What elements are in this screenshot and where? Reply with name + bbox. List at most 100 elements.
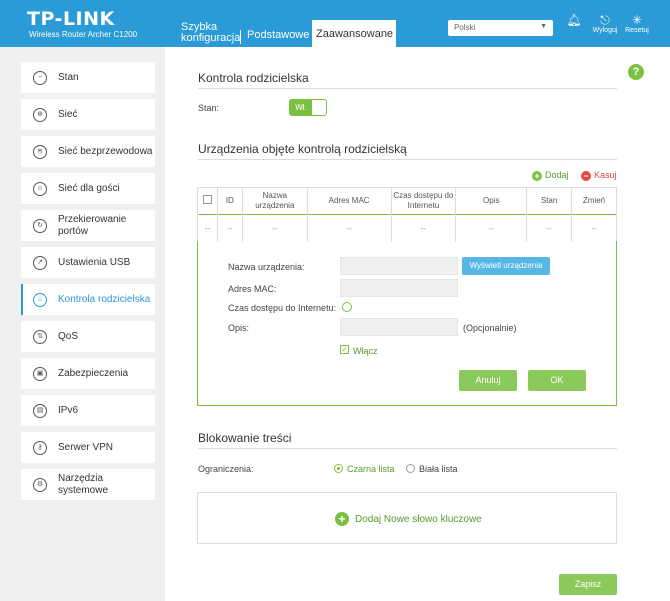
optional-hint: (Opcjonalnie) [463,323,517,333]
clock-icon[interactable] [342,302,352,312]
usb-icon: ↗ [33,255,47,270]
table-cell: -- [526,214,572,242]
section-divider [198,448,617,449]
globe-icon: ⊕ [33,107,47,122]
sidebar-item-port-forwarding[interactable]: ↻ Przekierowanie portów [21,210,155,241]
section-title-devices: Urządzenia objęte kontrolą rodzicielską [198,142,407,156]
sidebar-item-label: Sieć dla gości [58,182,120,194]
tab-quick-setup[interactable]: Szybka konfiguracja [177,19,240,47]
sidebar-item-parental-controls[interactable]: ⌂ Kontrola rodzicielska [21,284,155,315]
column-header: Czas dostępu do Internetu [390,187,456,215]
qos-icon: ⇅ [33,329,47,344]
enable-checkbox[interactable]: ✓ [340,345,349,354]
sidebar-item-guest-network[interactable]: ☺ Sieć dla gości [21,173,155,204]
device-name-label: Nazwa urządzenia: [228,262,305,272]
sidebar-item-label: Przekierowanie portów [58,213,127,237]
sidebar-item-label: Zabezpieczenia [58,367,129,379]
table-cell: -- [455,214,527,242]
keyword-box: + Dodaj Nowe słowo kluczowe [197,492,617,544]
view-devices-button[interactable]: Wyświetl urządzenia [462,257,550,275]
tab-basic[interactable]: Podstawowe [243,27,313,55]
save-button[interactable]: Zapisz [559,574,617,595]
wireless-icon: ≋ [33,144,47,159]
sidebar-item-wireless[interactable]: ≋ Sieć bezprzewodowa [21,136,155,167]
add-keyword-button[interactable]: Dodaj Nowe słowo kluczowe [355,514,482,525]
column-header: ID [216,187,243,215]
delete-label: Kasuj [594,170,617,180]
sidebar-item-network[interactable]: ⊕ Sieć [21,99,155,130]
sidebar-item-usb[interactable]: ↗ Ustawienia USB [21,247,155,278]
device-name-input[interactable] [340,257,458,275]
column-header: Adres MAC [306,187,391,215]
sidebar-item-label: Stan [58,71,79,83]
reboot-label: Resetuj [625,27,649,34]
whitelist-radio[interactable] [406,464,415,473]
tab-divider [240,30,241,44]
mac-address-label: Adres MAC: [228,284,277,294]
sidebar-item-label: QoS [58,330,79,342]
column-header: Nazwa urządzenia [241,187,308,215]
sidebar-item-qos[interactable]: ⇅ QoS [21,321,155,352]
stats-icon: ~ [33,70,47,85]
add-device-button[interactable]: + Dodaj [532,170,569,181]
mac-address-input[interactable] [340,279,458,297]
sidebar-item-label: Ustawienia USB [58,256,131,268]
description-input[interactable] [340,318,458,336]
table-cell: -- [197,214,218,242]
select-all-checkbox[interactable] [202,195,212,204]
logout-button[interactable]: ⎋ Wyloguj [590,13,620,34]
description-label: Opis: [228,323,250,333]
model-name: Wireless Router Archer C1200 [29,30,138,39]
language-value: Polski [454,23,476,32]
section-divider [198,88,617,89]
sidebar-item-label: Narzędzia systemowe [58,472,109,496]
blacklist-radio[interactable] [334,464,343,473]
enable-label: Włącz [353,346,378,356]
vpn-icon: ⚷ [33,440,47,455]
top-header: TP-LINK Wireless Router Archer C1200 Szy… [0,0,670,47]
cancel-button[interactable]: Anuluj [459,370,517,391]
whitelist-label: Biała lista [419,464,458,474]
parental-control-toggle[interactable]: Wł. [289,99,327,116]
language-select[interactable]: Polski ▼ [448,20,553,36]
restrictions-label: Ograniczenia: [198,464,254,474]
sidebar-item-system-tools[interactable]: ⚙ Narzędzia systemowe [21,469,155,500]
logout-icon: ⎋ [600,13,610,27]
sidebar-item-status[interactable]: ~ Stan [21,62,155,93]
bell-button[interactable]: 🔔︎ [559,13,589,27]
reboot-button[interactable]: ✳ Resetuj [622,13,652,34]
table-cell: -- [216,214,243,242]
table-cell: -- [241,214,308,242]
access-time-label: Czas dostępu do Internetu: [228,303,337,313]
sidebar-item-label: Serwer VPN [58,441,114,453]
tab-advanced[interactable]: Zaawansowane [312,20,396,47]
sidebar-item-label: IPv6 [58,404,79,416]
logout-label: Wyloguj [592,27,618,34]
sidebar-item-ipv6[interactable]: ▤ IPv6 [21,395,155,426]
column-header: Zmień [571,187,617,215]
blacklist-label: Czarna lista [347,464,395,474]
add-label: Dodaj [545,170,569,180]
gear-icon: ⚙ [33,477,47,492]
sidebar-item-label: Sieć bezprzewodowa [58,145,153,157]
lock-icon: ▣ [33,366,47,381]
section-title-parental-controls: Kontrola rodzicielska [198,71,309,85]
plus-icon[interactable]: + [335,512,349,526]
column-header: Opis [455,187,527,215]
reboot-icon: ✳ [631,13,643,27]
sidebar-item-vpn-server[interactable]: ⚷ Serwer VPN [21,432,155,463]
help-button[interactable]: ? [628,64,644,80]
sidebar-item-security[interactable]: ▣ Zabezpieczenia [21,358,155,389]
sidebar-item-label: Kontrola rodzicielska [58,293,151,305]
ok-button[interactable]: OK [528,370,586,391]
devices-table: ID Nazwa urządzenia Adres MAC Czas dostę… [197,187,617,242]
section-divider [198,159,617,160]
bell-icon: 🔔︎ [566,13,582,27]
table-header-row: ID Nazwa urządzenia Adres MAC Czas dostę… [197,187,617,215]
delete-device-button[interactable]: − Kasuj [581,170,617,181]
guests-icon: ☺ [33,181,47,196]
chevron-down-icon: ▼ [540,23,547,30]
toggle-on-label: Wł. [290,100,312,115]
plus-icon: + [532,171,542,181]
forwarding-icon: ↻ [33,218,47,233]
